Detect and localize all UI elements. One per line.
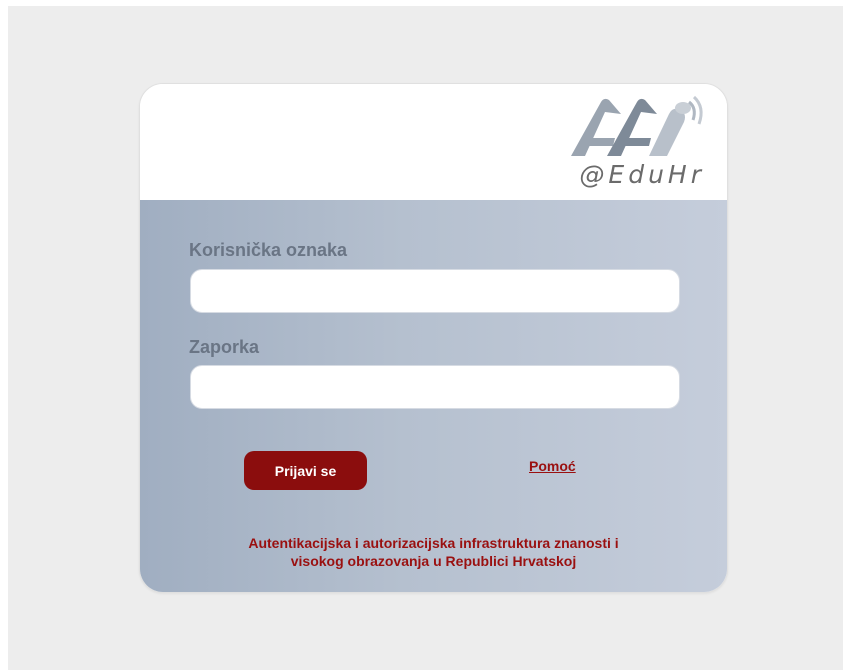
- card-header: @EduHr: [140, 84, 727, 200]
- help-link[interactable]: Pomoć: [529, 458, 576, 474]
- login-button[interactable]: Prijavi se: [244, 451, 367, 490]
- password-input[interactable]: [190, 365, 680, 409]
- login-form-panel: Korisnička oznaka Zaporka Prijavi se Pom…: [140, 200, 727, 592]
- username-label: Korisnička oznaka: [189, 240, 348, 260]
- aai-logo-icon: [571, 95, 703, 156]
- password-label: Zaporka: [189, 337, 260, 357]
- footer-line-1: Autentikacijska i autorizacijska infrast…: [248, 535, 619, 551]
- username-input[interactable]: [190, 269, 680, 313]
- aai-edu-hr-logo: @EduHr: [557, 94, 707, 194]
- login-card: @EduHr Korisnička oznaka Zaporka Prijavi…: [139, 83, 728, 593]
- logo-text: @EduHr: [579, 160, 705, 189]
- footer-line-2: visokog obrazovanja u Republici Hrvatsko…: [290, 553, 577, 569]
- footer-description: Autentikacijska i autorizacijska infrast…: [140, 534, 727, 570]
